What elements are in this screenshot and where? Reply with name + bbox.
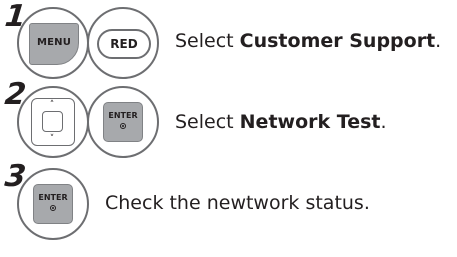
instruction-bold-text: Network Test xyxy=(239,111,381,133)
up-arrow-icon[interactable]: ˄ xyxy=(48,101,56,110)
step-3-instruction: Check the newtwork status. xyxy=(105,192,370,214)
red-button-circle[interactable]: RED xyxy=(87,7,159,79)
down-arrow-icon[interactable]: ˅ xyxy=(48,135,56,144)
instruction-text: Check the newtwork status. xyxy=(105,192,370,214)
instruction-text: Select xyxy=(175,30,240,52)
enter-dot-icon xyxy=(50,205,56,211)
instruction-text: Select xyxy=(175,111,240,133)
enter-label: ENTER xyxy=(38,193,68,202)
navigation-center-button[interactable] xyxy=(42,111,63,132)
enter-button[interactable]: ENTER xyxy=(103,102,143,142)
instruction-bold-text: Customer Support xyxy=(239,30,436,52)
menu-button-circle[interactable]: MENU xyxy=(17,7,89,79)
menu-button[interactable]: MENU xyxy=(29,23,79,65)
enter-dot-icon xyxy=(120,123,126,129)
navigation-button-circle[interactable]: ˄ ˅ xyxy=(17,86,89,158)
navigation-pad[interactable]: ˄ ˅ xyxy=(31,98,75,146)
step-2-instruction: Select Network Test. xyxy=(175,111,387,133)
instruction-suffix: . xyxy=(380,111,387,133)
enter-button[interactable]: ENTER xyxy=(33,184,73,224)
enter-label: ENTER xyxy=(108,111,138,120)
enter-button-circle[interactable]: ENTER xyxy=(17,168,89,240)
step-1-instruction: Select Customer Support. xyxy=(175,30,441,52)
red-button[interactable]: RED xyxy=(97,29,151,59)
enter-button-circle[interactable]: ENTER xyxy=(87,86,159,158)
instruction-suffix: . xyxy=(435,30,442,52)
